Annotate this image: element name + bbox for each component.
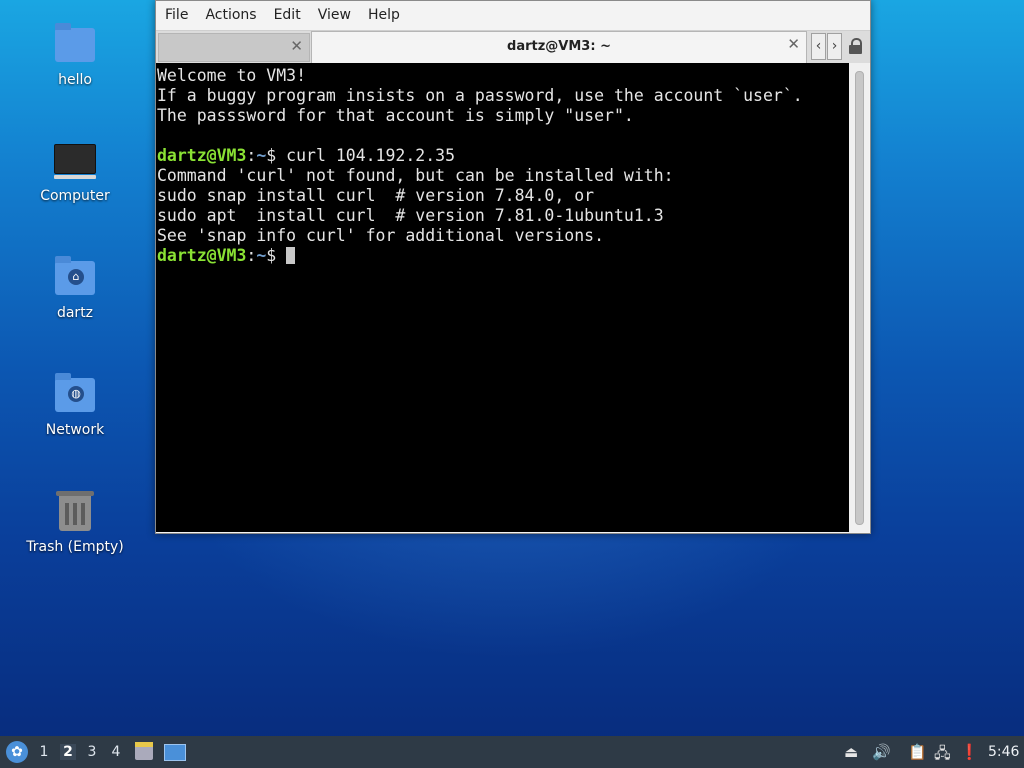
terminal-window[interactable]: File Actions Edit View Help ✕ dartz@VM3:… [155, 0, 871, 534]
scrollbar-thumb[interactable] [855, 71, 864, 525]
tab-bar: ✕ dartz@VM3: ~ ✕ ‹ › [156, 30, 870, 63]
desktop-icon-label: Network [45, 422, 105, 438]
desktop-icon-hello[interactable]: hello [20, 22, 130, 88]
prompt-symbol: $ [266, 146, 277, 165]
start-menu-icon[interactable]: ✿ [6, 741, 28, 763]
clock[interactable]: 5:46 [988, 744, 1019, 760]
desktop-icon-label: dartz [56, 305, 94, 321]
tab-inactive[interactable]: ✕ [158, 33, 310, 62]
lock-icon[interactable] [849, 38, 862, 54]
network-folder-icon: ◍ [55, 373, 95, 412]
home-folder-icon: ⌂ [55, 256, 95, 295]
tab-title: dartz@VM3: ~ [507, 39, 611, 54]
computer-icon [54, 144, 96, 179]
prompt-path: ~ [256, 246, 267, 265]
menu-help[interactable]: Help [361, 1, 407, 30]
prompt-user: dartz@VM3 [157, 246, 247, 265]
text-cursor [286, 247, 296, 264]
command-text: curl 104.192.2.35 [276, 146, 456, 165]
folder-icon [55, 23, 95, 62]
terminal-line: Welcome to VM3! [157, 66, 307, 85]
menu-view[interactable]: View [311, 1, 358, 30]
menu-edit[interactable]: Edit [267, 1, 308, 30]
desktop-icon-trash[interactable]: Trash (Empty) [20, 489, 130, 555]
prompt-sep: : [246, 246, 257, 265]
close-icon[interactable]: ✕ [787, 35, 800, 53]
terminal-line: sudo snap install curl # version 7.84.0,… [157, 186, 595, 205]
show-desktop-icon[interactable] [164, 744, 186, 761]
prompt-path: ~ [256, 146, 267, 165]
desktop-icon-dartz[interactable]: ⌂ dartz [20, 255, 130, 321]
network-icon[interactable]: 🖧 [934, 743, 951, 768]
menu-actions[interactable]: Actions [198, 1, 263, 30]
terminal-line: sudo apt install curl # version 7.81.0-1… [157, 206, 664, 225]
taskbar: ✿ 1 2 3 4 ⏏ 🔊 📋 🖧 ❗ 5:46 [0, 736, 1024, 768]
clipboard-icon[interactable]: 📋 [908, 743, 927, 761]
desktop-icon-network[interactable]: ◍ Network [20, 372, 130, 438]
desktop-icon-label: Computer [40, 188, 110, 204]
workspace-2[interactable]: 2 [60, 744, 76, 760]
tab-active[interactable]: dartz@VM3: ~ ✕ [311, 31, 807, 63]
workspace-1[interactable]: 1 [36, 744, 52, 760]
menu-file[interactable]: File [158, 1, 195, 30]
menu-bar: File Actions Edit View Help [156, 1, 870, 30]
desktop-icon-label: Trash (Empty) [26, 539, 124, 555]
chevron-right-icon[interactable]: › [827, 33, 842, 60]
close-icon[interactable]: ✕ [290, 37, 303, 55]
terminal-line: Command 'curl' not found, but can be ins… [157, 166, 674, 185]
workspace-4[interactable]: 4 [108, 744, 124, 760]
terminal-line: See 'snap info curl' for additional vers… [157, 226, 605, 245]
terminal-line: If a buggy program insists on a password… [157, 86, 803, 105]
chevron-left-icon[interactable]: ‹ [811, 33, 826, 60]
prompt-sep: : [246, 146, 257, 165]
vertical-scrollbar[interactable] [849, 63, 869, 532]
prompt-symbol: $ [266, 246, 277, 265]
workspace-3[interactable]: 3 [84, 744, 100, 760]
trash-icon [56, 491, 94, 531]
terminal-output[interactable]: Welcome to VM3! If a buggy program insis… [156, 63, 849, 532]
eject-icon[interactable]: ⏏ [844, 743, 858, 761]
desktop-icon-computer[interactable]: Computer [20, 138, 130, 204]
volume-icon[interactable]: 🔊 [872, 743, 891, 761]
terminal-line: The passsword for that account is simply… [157, 106, 634, 125]
file-manager-icon[interactable] [135, 742, 153, 760]
notification-icon[interactable]: ❗ [960, 743, 979, 761]
prompt-user: dartz@VM3 [157, 146, 247, 165]
desktop-icon-label: hello [58, 72, 92, 88]
